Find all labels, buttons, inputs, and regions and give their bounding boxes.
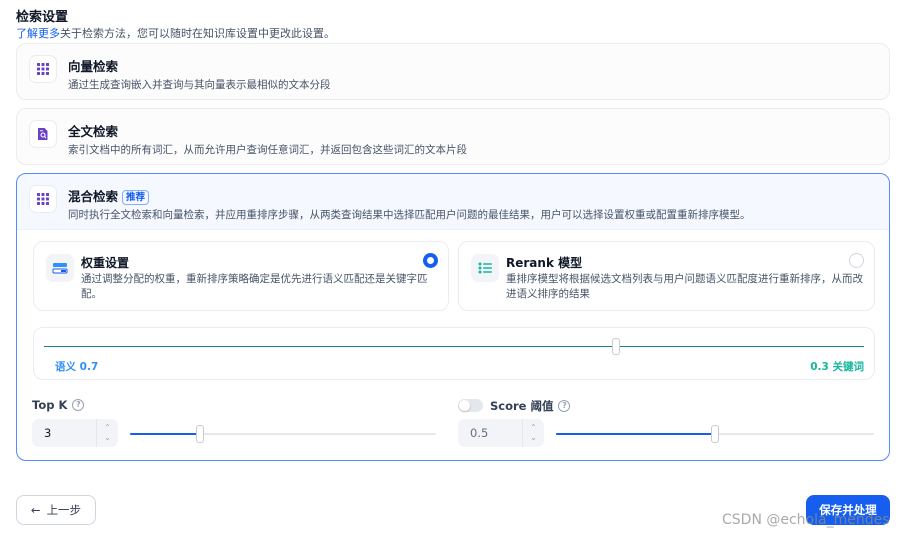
- weight-settings-option[interactable]: 权重设置 通过调整分配的权重，重新排序策略确定是优先进行语义匹配还是关键字匹配。: [33, 241, 449, 311]
- document-search-icon: [29, 120, 57, 148]
- recommended-badge: 推荐: [122, 190, 150, 205]
- hybrid-search-card[interactable]: 混合检索 推荐 同时执行全文检索和向量检索，并应用重排序步骤，从两类查询结果中选择…: [16, 173, 890, 461]
- arrow-left-icon: ←: [30, 503, 41, 517]
- chevron-up-icon[interactable]: ⌃: [104, 423, 111, 433]
- chevron-down-icon[interactable]: ⌄: [530, 433, 537, 443]
- chevron-down-icon[interactable]: ⌄: [104, 433, 111, 443]
- card-description: 通过生成查询嵌入并查询与其向量表示最相似的文本分段: [68, 79, 331, 91]
- chevron-up-icon[interactable]: ⌃: [530, 423, 537, 433]
- score-threshold-label-text: Score 阈值: [490, 399, 554, 413]
- help-icon[interactable]: ?: [72, 399, 85, 411]
- card-title: 向量检索: [68, 59, 119, 74]
- top-k-value: 3: [44, 426, 52, 440]
- option-description: 重排序模型将根据候选文档列表与用户问题语义匹配度进行重新排序，从而改进语义排序的…: [506, 273, 863, 300]
- sliders-icon: [471, 254, 499, 282]
- score-threshold-input[interactable]: 0.5 ⌃ ⌄: [458, 419, 544, 447]
- top-k-slider-handle[interactable]: [196, 425, 205, 443]
- rerank-model-option[interactable]: Rerank 模型 重排序模型将根据候选文档列表与用户问题语义匹配度进行重新排序…: [458, 241, 875, 311]
- weight-settings-radio[interactable]: [423, 253, 438, 268]
- back-button-label: 上一步: [46, 503, 82, 517]
- top-k-stepper[interactable]: ⌃ ⌄: [96, 419, 118, 447]
- score-threshold-value: 0.5: [470, 426, 489, 440]
- grid-icon: [29, 185, 57, 213]
- top-k-slider-fill: [130, 433, 201, 435]
- watermark: CSDN @echola_mendes: [722, 512, 890, 528]
- option-description: 通过调整分配的权重，重新排序策略确定是优先进行语义匹配还是关键字匹配。: [81, 273, 428, 300]
- score-threshold-label: Score 阈值 ?: [490, 398, 571, 414]
- option-title: Rerank 模型: [506, 256, 583, 270]
- fulltext-search-card[interactable]: 全文检索 索引文档中的所有词汇，从而允许用户查询任意词汇，并返回包含这些词汇的文…: [16, 108, 890, 165]
- score-threshold-slider-fill: [556, 433, 715, 435]
- help-icon[interactable]: ?: [558, 400, 571, 412]
- grid-icon: [29, 55, 57, 83]
- balance-icon: [46, 254, 74, 282]
- vector-search-card[interactable]: 向量检索 通过生成查询嵌入并查询与其向量表示最相似的文本分段: [16, 43, 890, 100]
- learn-more-link[interactable]: 了解更多: [16, 27, 60, 40]
- semantic-weight-label: 语义 0.7: [55, 361, 99, 373]
- back-button[interactable]: ← 上一步: [16, 495, 96, 525]
- top-k-label: Top K ?: [32, 398, 85, 412]
- card-title: 全文检索: [68, 124, 119, 139]
- weight-slider-handle[interactable]: [612, 338, 620, 355]
- section-subtitle: 了解更多关于检索方法，您可以随时在知识库设置中更改此设置。: [16, 25, 335, 41]
- top-k-input[interactable]: 3 ⌃ ⌄: [32, 419, 118, 447]
- top-k-label-text: Top K: [32, 398, 68, 412]
- card-description: 同时执行全文检索和向量检索，并应用重排序步骤，从两类查询结果中选择匹配用户问题的…: [68, 209, 751, 221]
- card-description: 索引文档中的所有词汇，从而允许用户查询任意词汇，并返回包含这些词汇的文本片段: [68, 144, 467, 156]
- score-threshold-toggle[interactable]: [458, 399, 483, 412]
- card-title: 混合检索 推荐: [68, 186, 150, 205]
- option-title: 权重设置: [81, 256, 130, 270]
- weight-slider-box: 语义 0.7 0.3 关键词: [33, 327, 875, 380]
- subtitle-text: 关于检索方法，您可以随时在知识库设置中更改此设置。: [60, 27, 335, 40]
- section-title: 检索设置: [16, 10, 69, 25]
- weight-slider-track[interactable]: [44, 346, 864, 347]
- score-threshold-stepper[interactable]: ⌃ ⌄: [522, 419, 544, 447]
- score-threshold-slider-handle[interactable]: [711, 425, 719, 443]
- card-title-text: 混合检索: [68, 189, 119, 204]
- rerank-model-radio[interactable]: [849, 253, 864, 268]
- hybrid-search-header: 混合检索 推荐 同时执行全文检索和向量检索，并应用重排序步骤，从两类查询结果中选择…: [17, 174, 889, 230]
- keyword-weight-label: 0.3 关键词: [810, 361, 864, 373]
- score-threshold-slider[interactable]: [556, 425, 874, 443]
- top-k-slider[interactable]: [130, 425, 436, 443]
